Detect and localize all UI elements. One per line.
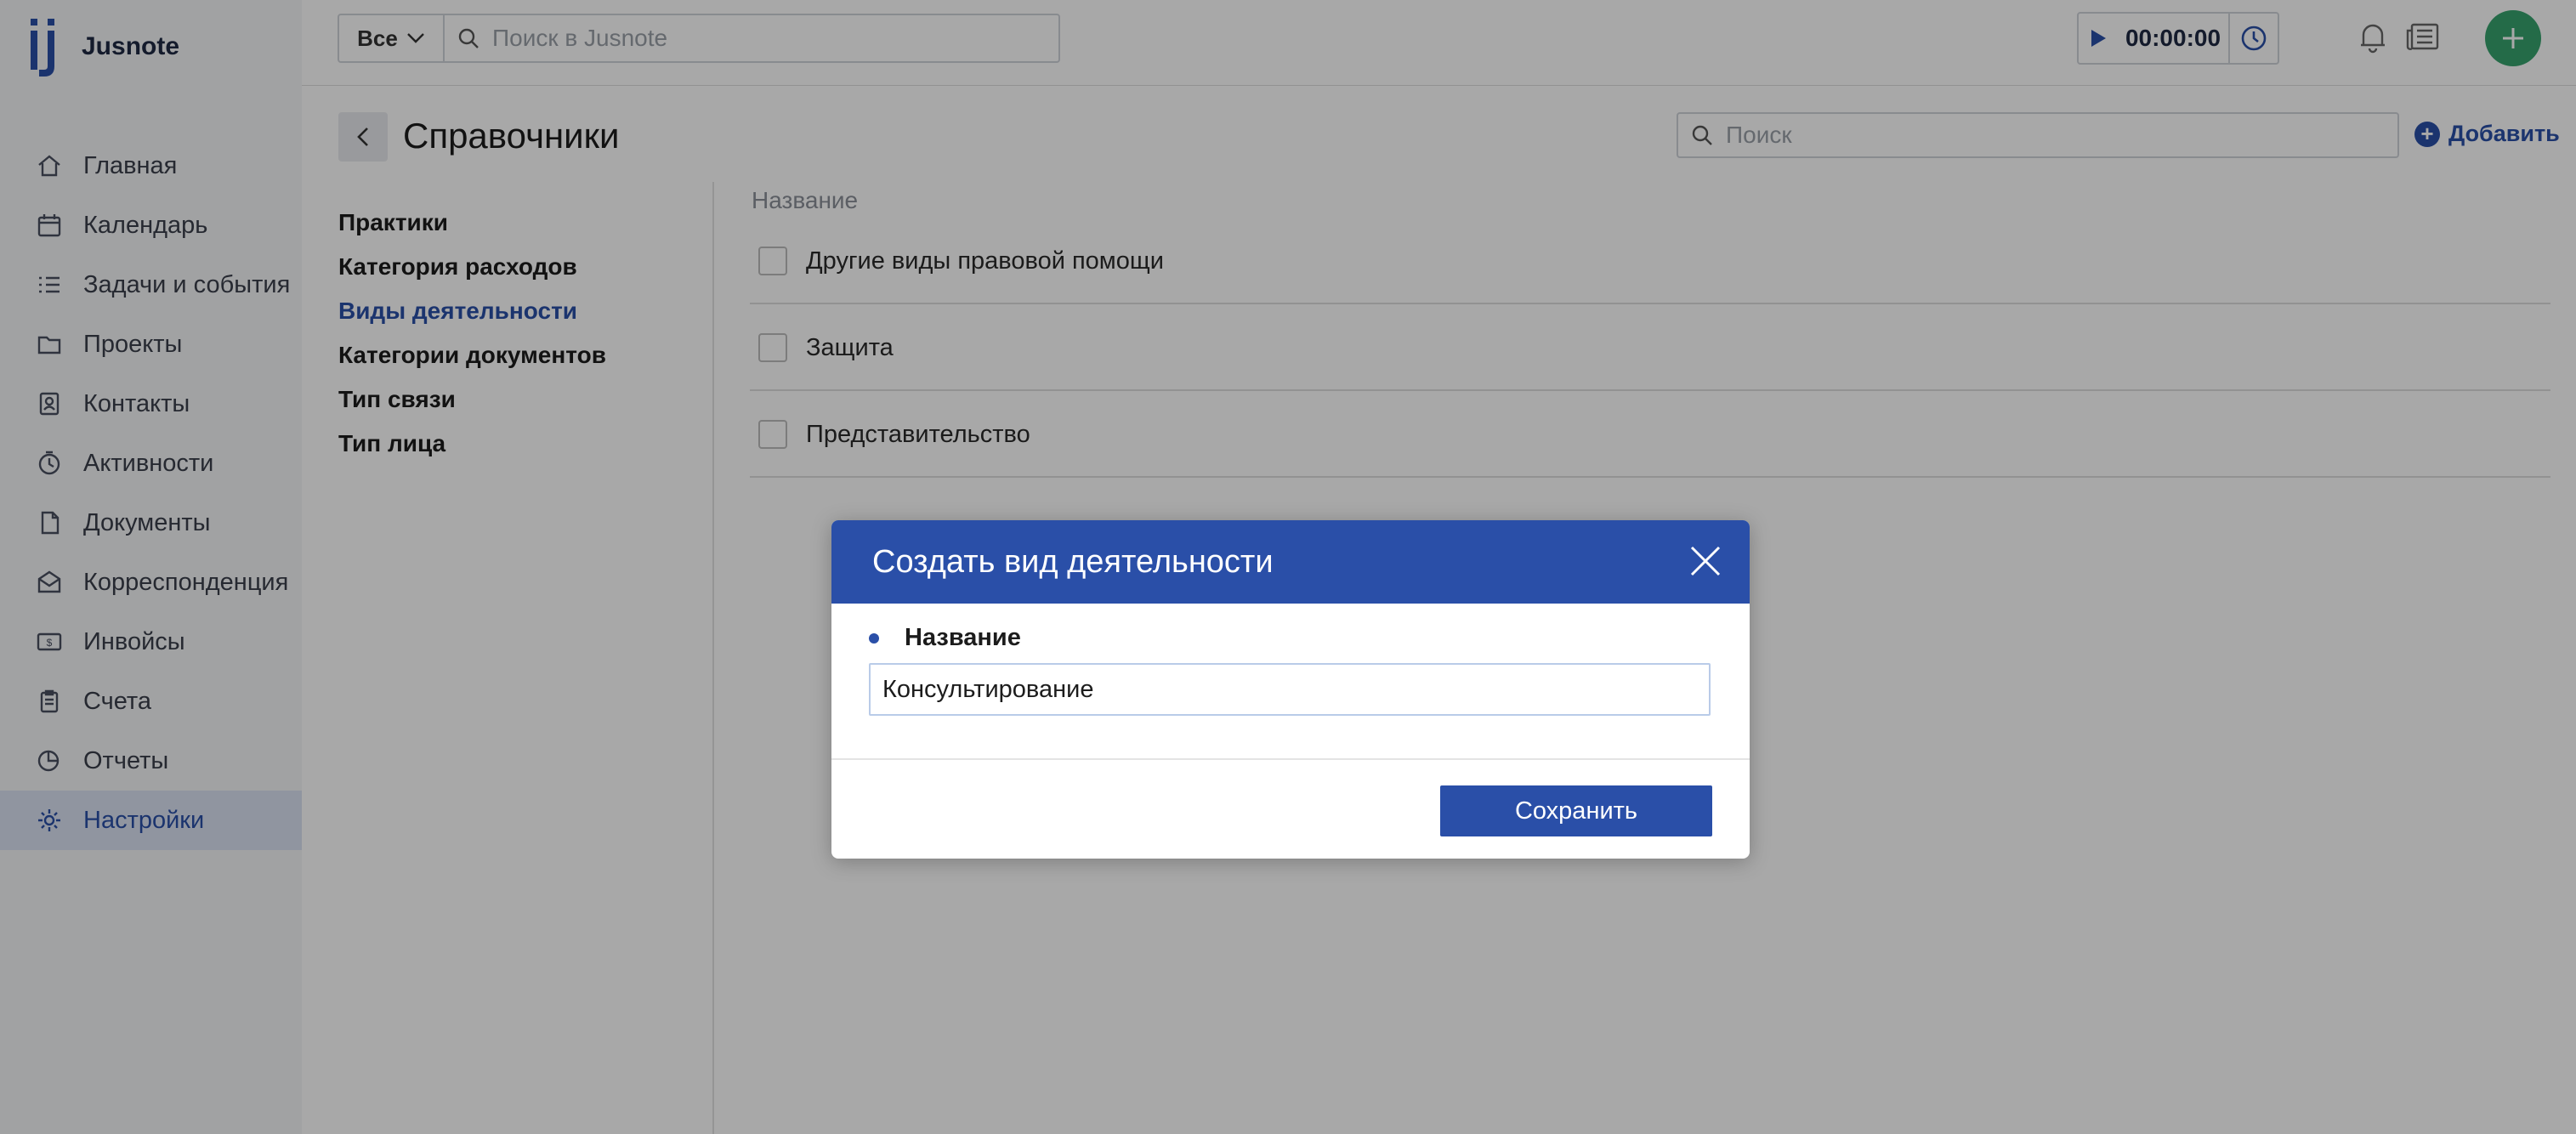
dialog-header: Создать вид деятельности [831, 520, 1750, 604]
close-icon [1690, 546, 1721, 576]
create-activity-type-dialog: Создать вид деятельности Название Сохран… [831, 520, 1750, 859]
save-button[interactable]: Сохранить [1440, 785, 1712, 836]
dialog-title: Создать вид деятельности [872, 543, 1274, 580]
name-field-label: Название [869, 624, 1021, 652]
dialog-divider [831, 758, 1750, 760]
field-label-text: Название [905, 624, 1021, 651]
required-dot-icon [869, 632, 879, 644]
close-button[interactable] [1688, 544, 1722, 578]
name-input[interactable] [869, 663, 1711, 716]
app-root: Jusnote Главная Календарь Задачи и событ… [0, 0, 2576, 1134]
